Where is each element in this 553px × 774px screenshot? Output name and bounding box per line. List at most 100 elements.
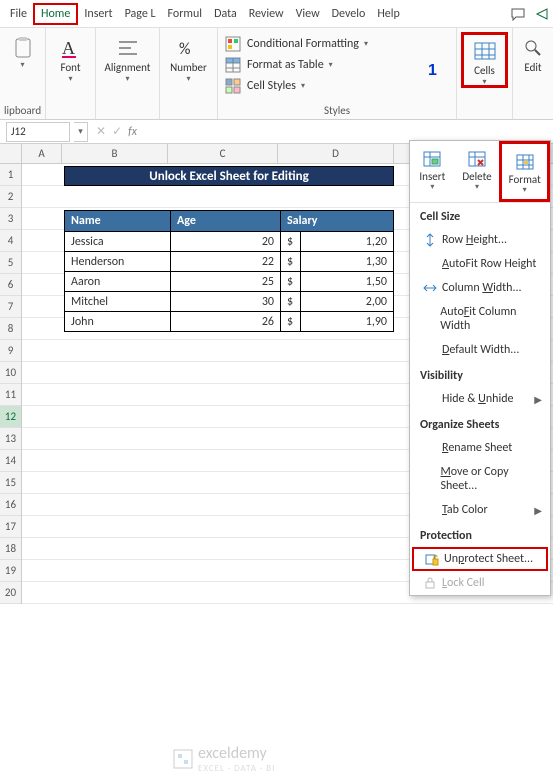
menu-home[interactable]: Home: [33, 3, 78, 25]
menu-insert[interactable]: Insert: [78, 3, 118, 25]
number-button[interactable]: % Number ▾: [165, 32, 213, 82]
menu-review[interactable]: Review: [243, 3, 290, 25]
menu-file[interactable]: File: [4, 3, 33, 25]
row-12[interactable]: 12: [0, 406, 21, 428]
cells-button[interactable]: Cells ▾: [461, 32, 508, 88]
share-icon[interactable]: [531, 4, 553, 24]
cell-salary: 1,20: [301, 232, 394, 252]
row-10[interactable]: 10: [0, 362, 21, 384]
format-table-label: Format as Table: [247, 58, 324, 72]
insert-cells-button[interactable]: Insert ▾: [410, 141, 455, 202]
col-D[interactable]: D: [278, 144, 394, 163]
menu-data[interactable]: Data: [208, 3, 243, 25]
alignment-button[interactable]: Alignment ▾: [100, 32, 155, 82]
font-icon: A: [59, 36, 83, 60]
autofit-col-item[interactable]: AutoFit Column Width: [410, 300, 550, 338]
section-protection: Protection: [410, 522, 550, 547]
cell-salary: 2,00: [301, 292, 394, 312]
font-button[interactable]: A Font ▾: [50, 32, 91, 82]
autofit-row-label: AutoFit Row Height: [442, 257, 536, 271]
rename-sheet-label: Rename Sheet: [442, 441, 512, 455]
find-icon: [521, 36, 545, 60]
cell-salary: 1,90: [301, 312, 394, 332]
cell-name: John: [65, 312, 171, 332]
hide-unhide-item[interactable]: Hide & Unhide ▶: [410, 387, 550, 411]
table-row[interactable]: Aaron 25 $ 1,50: [65, 272, 394, 292]
formula-input[interactable]: [143, 122, 553, 142]
row-3[interactable]: 3: [0, 208, 21, 230]
row-4[interactable]: 4: [0, 230, 21, 252]
row-5[interactable]: 5: [0, 252, 21, 274]
menu-developer[interactable]: Develo: [326, 3, 372, 25]
menu-pagelayout[interactable]: Page L: [119, 3, 162, 25]
svg-text:%: %: [179, 40, 190, 59]
watermark: exceldemy EXCEL · DATA · BI: [172, 744, 275, 774]
row-8[interactable]: 8: [0, 318, 21, 340]
row-height-item[interactable]: Row Height...: [410, 228, 550, 252]
th-name: Name: [65, 211, 171, 232]
cells-format-menu: Insert ▾ Delete ▾ Format ▾ Cell Size Row…: [409, 140, 551, 596]
row-2[interactable]: 2: [0, 186, 21, 208]
tab-color-item[interactable]: Tab Color ▶: [410, 498, 550, 522]
col-B[interactable]: B: [62, 144, 168, 163]
move-copy-item[interactable]: Move or Copy Sheet...: [410, 460, 550, 498]
row-14[interactable]: 14: [0, 450, 21, 472]
format-caption: Format: [509, 174, 541, 185]
menu-formulas[interactable]: Formul: [162, 3, 209, 25]
row-1[interactable]: 1: [0, 164, 21, 186]
cell-cur: $: [281, 232, 301, 252]
table-row[interactable]: Mitchel 30 $ 2,00: [65, 292, 394, 312]
chevron-down-icon: ▾: [20, 62, 24, 68]
row-18[interactable]: 18: [0, 538, 21, 560]
row-11[interactable]: 11: [0, 384, 21, 406]
col-C[interactable]: C: [168, 144, 278, 163]
table-row[interactable]: Henderson 22 $ 1,30: [65, 252, 394, 272]
chevron-down-icon: ▾: [523, 187, 527, 193]
editing-button[interactable]: Edit: [517, 32, 549, 74]
default-width-item[interactable]: Default Width...: [410, 338, 550, 362]
autofit-col-label: AutoFit Column Width: [440, 305, 540, 333]
menu-help[interactable]: Help: [371, 3, 406, 25]
row-17[interactable]: 17: [0, 516, 21, 538]
data-table: Name Age Salary Jessica 20 $ 1,20 Hender…: [64, 210, 394, 332]
row-13[interactable]: 13: [0, 428, 21, 450]
fx-icon[interactable]: fx: [128, 125, 137, 139]
chevron-down-icon: ▾: [301, 83, 305, 89]
row-7[interactable]: 7: [0, 296, 21, 318]
unprotect-sheet-item[interactable]: Unprotect Sheet...: [412, 547, 548, 571]
row-16[interactable]: 16: [0, 494, 21, 516]
table-row[interactable]: John 26 $ 1,90: [65, 312, 394, 332]
delete-cells-button[interactable]: Delete ▾: [455, 141, 500, 202]
autofit-row-item[interactable]: AutoFit Row Height: [410, 252, 550, 276]
row-headers: 1 2 3 4 5 6 7 8 9 10 11 12 13 14 15 16 1…: [0, 164, 22, 604]
row-20[interactable]: 20: [0, 582, 21, 604]
row-15[interactable]: 15: [0, 472, 21, 494]
name-box[interactable]: J12: [6, 122, 70, 142]
conditional-label: Conditional Formatting: [247, 37, 359, 51]
lock-cell-item: Lock Cell: [410, 571, 550, 595]
paste-button[interactable]: ▾: [4, 32, 41, 68]
row-6[interactable]: 6: [0, 274, 21, 296]
rename-sheet-item[interactable]: Rename Sheet: [410, 436, 550, 460]
format-cells-button[interactable]: Format ▾: [499, 141, 550, 202]
section-visibility: Visibility: [410, 362, 550, 387]
ribbon: ▾ lipboard A Font ▾ Alignment ▾: [0, 28, 553, 120]
hide-unhide-label: Hide & Unhide: [442, 392, 513, 406]
select-all-corner[interactable]: [0, 144, 22, 163]
name-box-dropdown[interactable]: ▾: [74, 122, 88, 142]
cell-styles-button[interactable]: Cell Styles ▾: [224, 77, 448, 95]
row-9[interactable]: 9: [0, 340, 21, 362]
cell-cur: $: [281, 312, 301, 332]
lock-icon: [420, 576, 440, 590]
col-A[interactable]: A: [22, 144, 62, 163]
format-as-table-button[interactable]: Format as Table ▾: [224, 56, 448, 74]
comments-icon[interactable]: [507, 4, 529, 24]
group-styles: Conditional Formatting ▾ Format as Table…: [218, 28, 457, 119]
column-width-item[interactable]: Column Width...: [410, 276, 550, 300]
percent-icon: %: [177, 36, 201, 60]
group-alignment: Alignment ▾: [96, 28, 160, 119]
table-row[interactable]: Jessica 20 $ 1,20: [65, 232, 394, 252]
conditional-formatting-button[interactable]: Conditional Formatting ▾: [224, 35, 448, 53]
menu-view[interactable]: View: [290, 3, 326, 25]
row-19[interactable]: 19: [0, 560, 21, 582]
